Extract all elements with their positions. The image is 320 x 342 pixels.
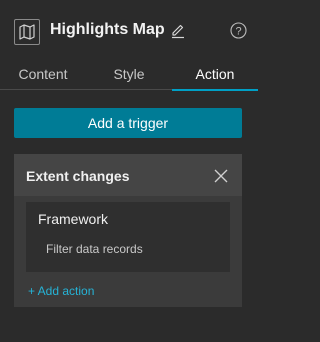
trigger-title: Extent changes: [26, 168, 130, 184]
settings-tabs: Content Style Action: [0, 60, 258, 91]
panel-header: Highlights Map ?: [0, 0, 258, 60]
svg-text:?: ?: [235, 26, 241, 38]
trigger-card: Extent changes Framework Filter data rec…: [14, 154, 242, 307]
framework-label: Framework: [38, 211, 109, 227]
map-icon: [14, 19, 40, 45]
action-item-filter-data-records[interactable]: Filter data records: [46, 242, 143, 256]
add-trigger-button[interactable]: Add a trigger: [14, 108, 242, 138]
widget-settings-panel: Highlights Map ? Content Style Action Ad…: [0, 0, 258, 342]
pencil-icon[interactable]: [170, 23, 186, 39]
widget-title: Highlights Map: [50, 21, 165, 38]
tab-style[interactable]: Style: [86, 60, 172, 90]
close-icon[interactable]: [214, 169, 228, 183]
trigger-card-header: Extent changes: [14, 154, 242, 196]
add-action-link[interactable]: + Add action: [28, 284, 94, 298]
help-icon[interactable]: ?: [230, 22, 247, 39]
tab-content[interactable]: Content: [0, 60, 86, 90]
action-framework-box: Framework Filter data records: [26, 202, 230, 272]
tab-action[interactable]: Action: [172, 60, 258, 91]
